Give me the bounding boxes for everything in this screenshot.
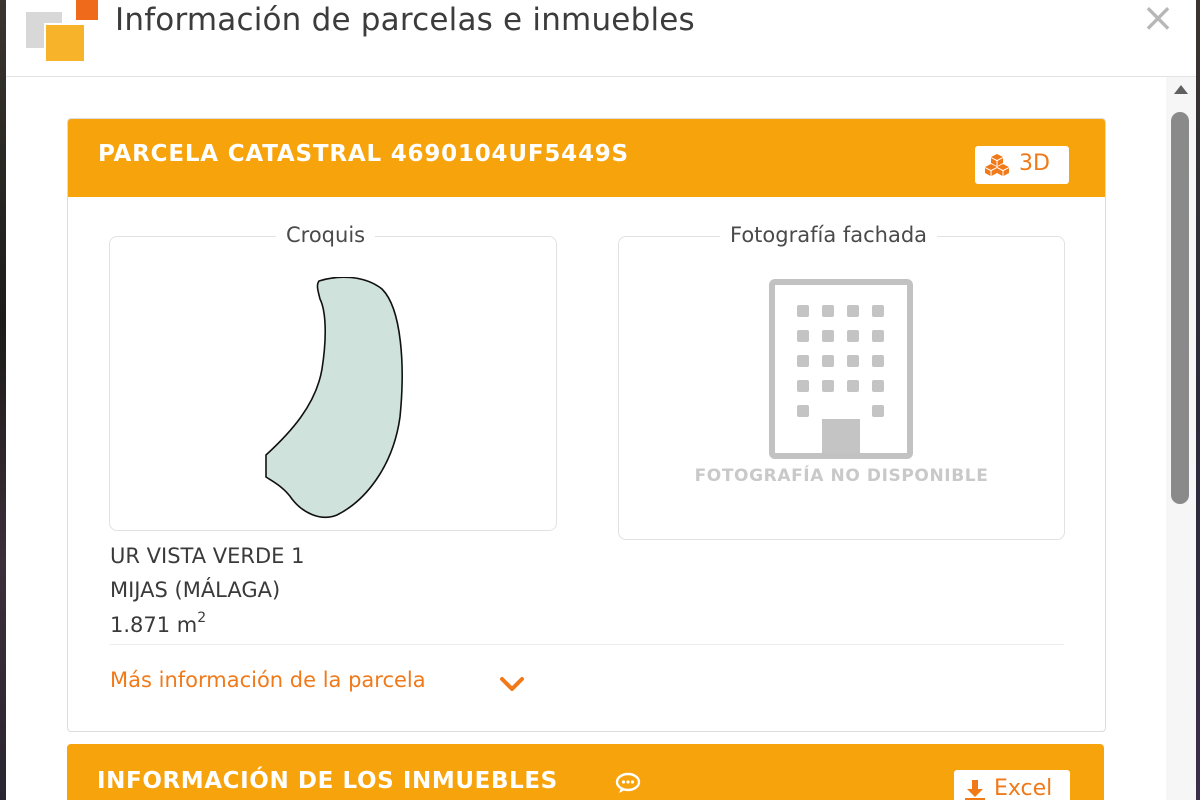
parcel-area: 1.871 m2 [110, 610, 207, 637]
address-line-1: UR VISTA VERDE 1 [110, 544, 305, 568]
cubes-icon [985, 154, 1009, 176]
view-3d-label: 3D [1019, 151, 1050, 176]
building-placeholder-icon [769, 279, 913, 459]
parcel-card-header: PARCELA CATASTRAL 4690104UF5449S 3D [68, 119, 1105, 197]
area-unit-exponent: 2 [197, 610, 207, 626]
more-parcel-info-link[interactable]: Más información de la parcela [110, 668, 426, 692]
no-photo-text: FOTOGRAFÍA NO DISPONIBLE [694, 466, 989, 486]
catastro-logo-icon [26, 0, 98, 63]
dialog-titlebar: Información de parcelas e inmuebles × [6, 0, 1196, 77]
close-button[interactable]: × [1138, 0, 1178, 42]
chevron-down-icon[interactable] [498, 674, 526, 694]
view-3d-button[interactable]: 3D [975, 146, 1069, 184]
address-line-2: MIJAS (MÁLAGA) [110, 578, 281, 602]
parcel-info-dialog: Información de parcelas e inmuebles × PA… [6, 0, 1196, 800]
area-value: 1.871 m [110, 613, 198, 637]
facade-photo-label: Fotografía fachada [720, 223, 938, 247]
excel-label: Excel [994, 776, 1053, 800]
vertical-scrollbar[interactable] [1166, 77, 1196, 800]
parcel-title: PARCELA CATASTRAL 4690104UF5449S [98, 141, 629, 167]
dialog-title: Información de parcelas e inmuebles [115, 2, 695, 38]
parcel-card: PARCELA CATASTRAL 4690104UF5449S 3D Croq… [67, 118, 1106, 732]
divider [110, 644, 1064, 645]
facade-photo-panel: Fotografía fachada FOTOGRAFÍA NO DISPONI… [618, 223, 1065, 540]
comment-icon[interactable] [615, 772, 641, 794]
croquis-panel: Croquis [109, 223, 557, 531]
dialog-content: PARCELA CATASTRAL 4690104UF5449S 3D Croq… [6, 77, 1166, 800]
properties-title: INFORMACIÓN DE LOS INMUEBLES [97, 768, 558, 794]
download-icon [965, 780, 985, 800]
scrollbar-thumb[interactable] [1171, 112, 1189, 504]
export-excel-button[interactable]: Excel [954, 770, 1070, 800]
croquis-label: Croquis [276, 223, 376, 247]
scroll-up-arrow-icon[interactable] [1174, 85, 1188, 94]
properties-card-header: INFORMACIÓN DE LOS INMUEBLES Excel [67, 744, 1104, 800]
background-map-right-edge [1196, 0, 1200, 800]
parcel-sketch[interactable] [260, 277, 410, 523]
